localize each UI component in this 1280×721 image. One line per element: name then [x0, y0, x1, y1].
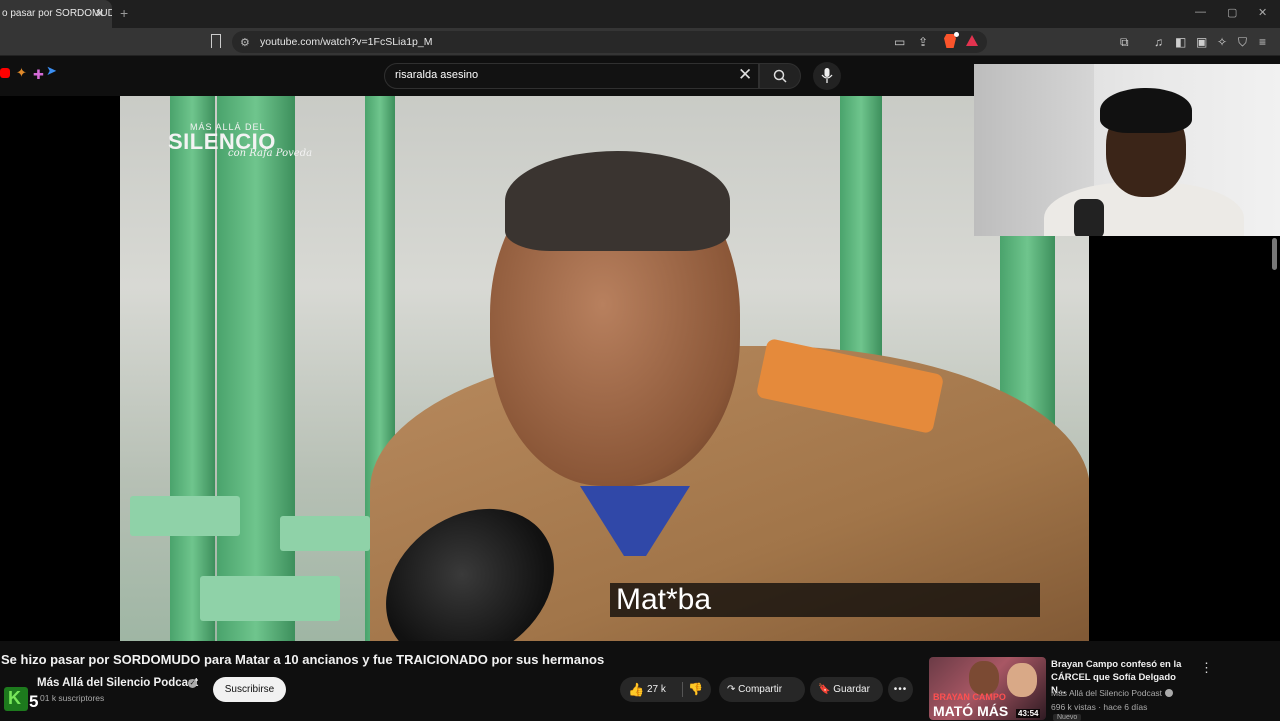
- webcam-microphone: [1074, 199, 1104, 236]
- maximize-button[interactable]: ▢: [1227, 6, 1237, 19]
- browser-tab-strip: o pasar por SORDOMUDO ✕ + — ▢ ✕: [0, 0, 1280, 28]
- background-bench: [130, 496, 240, 536]
- save-button[interactable]: 🔖 Guardar: [810, 677, 883, 702]
- avatar-number: 5: [29, 692, 39, 711]
- webcam-person-hair: [1100, 88, 1192, 133]
- bookmark-icon[interactable]: [211, 34, 221, 48]
- background-pillar: [170, 96, 215, 641]
- thumbnail-text-main: MATÓ MÁS: [933, 703, 1009, 719]
- page-scrollbar[interactable]: [1272, 238, 1277, 270]
- share-page-icon[interactable]: ⇪: [918, 35, 928, 49]
- shields-badge: [954, 32, 959, 37]
- search-icon: [773, 69, 787, 83]
- person-hair: [505, 151, 730, 251]
- thumbnail-face: [1007, 663, 1037, 697]
- recommendation-channel[interactable]: Más Allá del Silencio Podcast: [1051, 688, 1162, 698]
- new-tab-button[interactable]: +: [120, 5, 128, 21]
- menu-icon[interactable]: ≡: [1259, 35, 1266, 49]
- wallet-icon[interactable]: ▣: [1196, 35, 1207, 49]
- background-pillar: [217, 96, 295, 641]
- telegram-icon[interactable]: ➤: [46, 63, 57, 79]
- video-duration: 43:54: [1016, 709, 1041, 718]
- leo-ai-icon[interactable]: ✧: [1217, 35, 1227, 49]
- subscriber-count: 01 k suscriptores: [40, 693, 105, 703]
- thumbnail-face: [969, 661, 999, 695]
- like-count[interactable]: 27 k: [647, 677, 666, 702]
- search-query-text[interactable]: risaralda asesino: [395, 69, 478, 81]
- screenshot-icon[interactable]: ⧉: [1120, 35, 1129, 50]
- share-button[interactable]: ↷ Compartir: [719, 677, 805, 702]
- subscribe-button[interactable]: Suscribirse: [213, 677, 286, 702]
- search-button[interactable]: [759, 63, 801, 89]
- close-window-button[interactable]: ✕: [1258, 6, 1267, 19]
- recommendation-meta: 696 k vistas · hace 6 días: [1051, 702, 1148, 712]
- more-actions-button[interactable]: •••: [888, 677, 913, 702]
- background-bench: [200, 576, 340, 621]
- like-icon[interactable]: 👍: [628, 677, 644, 702]
- video-player[interactable]: MÁS ALLÁ DEL SILENCIO con Rafa Poveda Ma…: [120, 96, 1089, 641]
- webcam-overlay: [974, 64, 1280, 236]
- verified-icon: ✓: [188, 679, 197, 688]
- brave-rewards-icon[interactable]: [966, 35, 978, 46]
- dislike-icon[interactable]: 👎: [688, 677, 703, 702]
- youtube-logo-icon[interactable]: [0, 68, 10, 78]
- mic-icon: [821, 68, 833, 83]
- voice-search-button[interactable]: [813, 62, 841, 90]
- vpn-icon[interactable]: ⛉: [1238, 35, 1247, 50]
- like-dislike-group: 👍 27 k 👎: [620, 677, 711, 702]
- tab-close-icon[interactable]: ✕: [95, 7, 104, 20]
- video-title: Se hizo pasar por SORDOMUDO para Matar a…: [1, 652, 605, 667]
- media-icon[interactable]: ♫: [1154, 35, 1163, 49]
- sidebar-icon[interactable]: ◧: [1175, 35, 1186, 49]
- kebab-menu-icon[interactable]: ⋮: [1200, 660, 1213, 676]
- background-bench: [280, 516, 370, 551]
- podcast-logo: MÁS ALLÁ DEL SILENCIO con Rafa Poveda: [168, 122, 312, 159]
- extension-icon[interactable]: ✦: [16, 65, 27, 81]
- verified-icon: [1165, 689, 1173, 697]
- cast-icon[interactable]: ▭: [894, 35, 905, 49]
- video-caption: Mat*ba: [616, 583, 712, 616]
- clear-search-icon[interactable]: ✕: [738, 66, 752, 84]
- minimize-button[interactable]: —: [1195, 6, 1206, 18]
- avatar-letter: K: [8, 688, 21, 708]
- url-text[interactable]: youtube.com/watch?v=1FcSLia1p_M: [260, 36, 432, 48]
- channel-name[interactable]: Más Allá del Silencio Podcast: [37, 677, 198, 689]
- browser-tab[interactable]: o pasar por SORDOMUDO ✕: [0, 0, 112, 28]
- thumbnail-text-top: BRAYAN CAMPO: [933, 692, 1006, 702]
- site-settings-icon[interactable]: ⚙: [240, 36, 250, 49]
- extension-plus-icon[interactable]: ✚: [33, 67, 44, 83]
- like-divider: [682, 682, 683, 697]
